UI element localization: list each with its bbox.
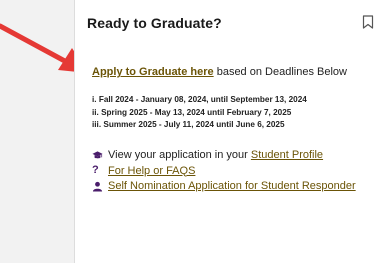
apply-to-graduate-link[interactable]: Apply to Graduate here [92,66,214,78]
deadline-item: i. Fall 2024 - January 08, 2024, until S… [92,95,307,104]
student-profile-link[interactable]: Student Profile [251,149,323,161]
question-mark-icon: ? [92,163,99,176]
card-title: Ready to Graduate? [87,15,222,31]
user-icon [92,181,103,192]
view-application-text: View your application in your [108,149,248,161]
help-faqs-link[interactable]: For Help or FAQS [108,165,195,177]
bookmark-icon[interactable] [362,15,374,29]
screenshot-stage: Ready to Graduate? Apply to Graduate her… [0,0,391,263]
graduation-card: Ready to Graduate? Apply to Graduate her… [74,0,391,263]
self-nomination-link[interactable]: Self Nomination Application for Student … [108,180,356,192]
nomination-row: Self Nomination Application for Student … [92,179,382,195]
apply-suffix-text: based on Deadlines Below [216,66,347,78]
help-row: ? For Help or FAQS [92,164,382,180]
deadline-item: ii. Spring 2025 - May 13, 2024 until Feb… [92,107,292,117]
apply-line: Apply to Graduate here based on Deadline… [92,66,347,78]
graduation-cap-icon [92,151,103,159]
deadlines-list: i. Fall 2024 - January 08, 2024, until S… [92,94,307,132]
resources-list: View your application in your Student Pr… [92,148,382,195]
deadline-item: iii. Summer 2025 - July 11, 2024 until J… [92,120,285,129]
student-profile-row: View your application in your Student Pr… [92,148,382,164]
